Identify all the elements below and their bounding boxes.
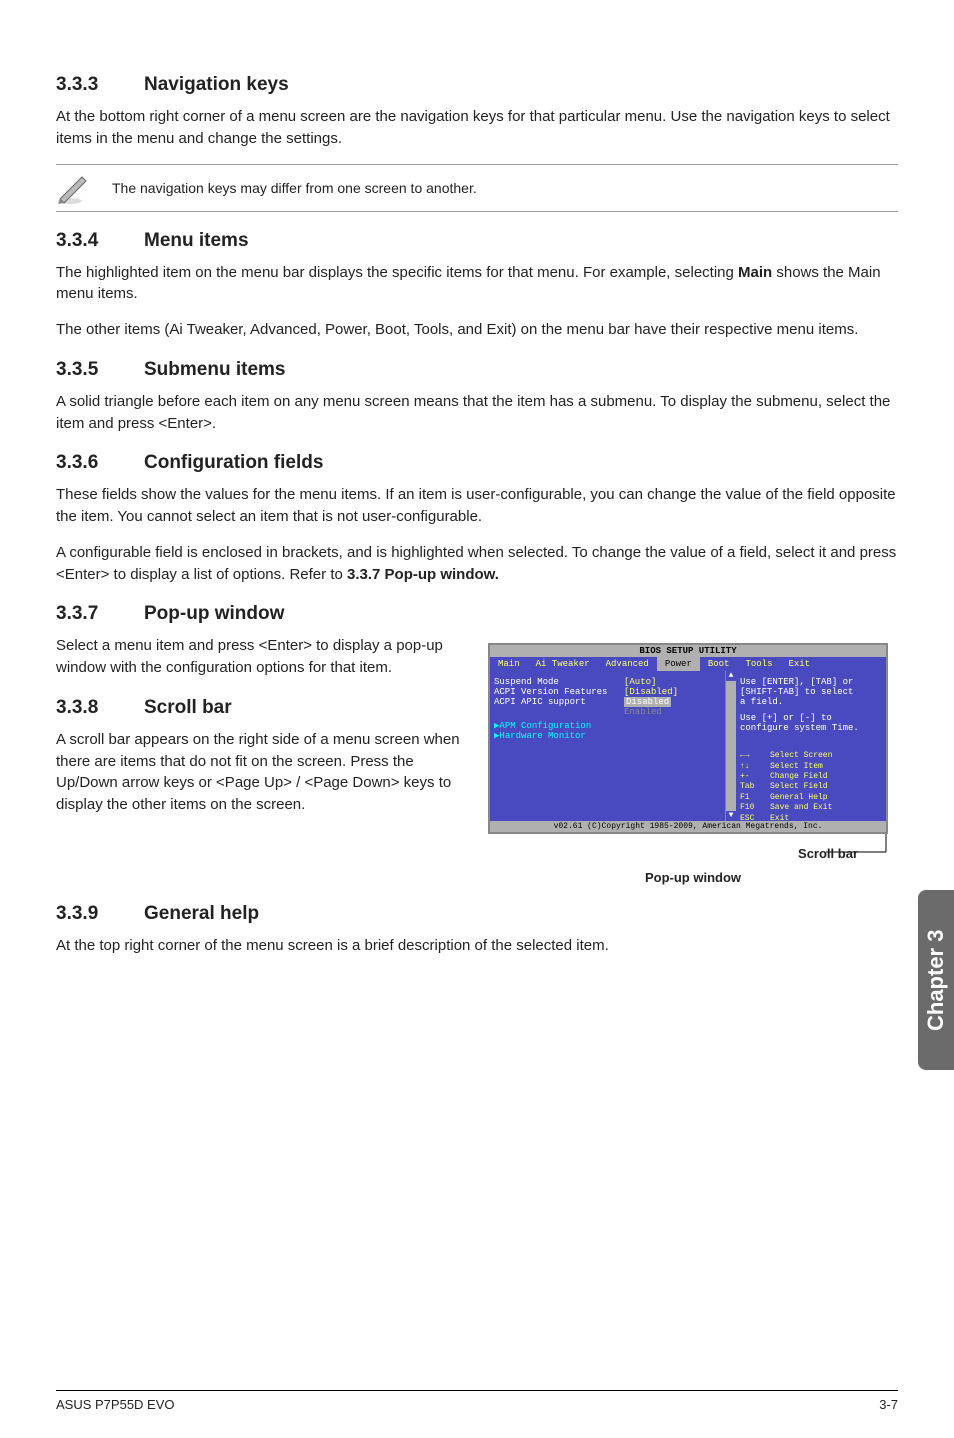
heading-339: 3.3.9General help bbox=[56, 903, 898, 925]
bios-popup-option: Enabled bbox=[624, 707, 662, 717]
bios-popup-option: Disabled bbox=[624, 697, 671, 707]
heading-num: 3.3.8 bbox=[56, 697, 144, 719]
heading-num: 3.3.4 bbox=[56, 230, 144, 252]
key-help: ↑↓Select Item bbox=[740, 762, 882, 772]
bios-option-label: ACPI APIC support bbox=[494, 697, 624, 707]
heading-title: Pop-up window bbox=[144, 603, 284, 624]
pencil-icon bbox=[56, 171, 94, 205]
footer-product: ASUS P7P55D EVO bbox=[56, 1397, 175, 1412]
heading-335: 3.3.5Submenu items bbox=[56, 359, 898, 381]
heading-337: 3.3.7Pop-up window bbox=[56, 603, 898, 625]
footer-page-number: 3-7 bbox=[879, 1397, 898, 1412]
heading-334: 3.3.4Menu items bbox=[56, 230, 898, 252]
bios-menu-item-selected: Power bbox=[657, 657, 700, 671]
heading-num: 3.3.5 bbox=[56, 359, 144, 381]
heading-num: 3.3.7 bbox=[56, 603, 144, 625]
bios-main-panel: Suspend Mode[Auto] ACPI Version Features… bbox=[490, 671, 726, 821]
help-text: configure system Time. bbox=[740, 723, 882, 733]
help-text: Use [+] or [-] to bbox=[740, 713, 882, 723]
help-text: [SHIFT-TAB] to select bbox=[740, 687, 882, 697]
caption-popup: Pop-up window bbox=[488, 870, 898, 885]
callout-scroll: Scroll bar bbox=[488, 834, 898, 868]
key-help: +-Change Field bbox=[740, 772, 882, 782]
heading-title: Configuration fields bbox=[144, 452, 323, 473]
bios-menu-item: Ai Tweaker bbox=[528, 657, 598, 671]
page-footer: ASUS P7P55D EVO 3-7 bbox=[56, 1390, 898, 1412]
body-text: The other items (Ai Tweaker, Advanced, P… bbox=[56, 319, 898, 341]
heading-title: Submenu items bbox=[144, 359, 285, 380]
key-help: F10Save and Exit bbox=[740, 803, 882, 813]
note-text: The navigation keys may differ from one … bbox=[112, 180, 477, 196]
body-text: At the top right corner of the menu scre… bbox=[56, 935, 898, 957]
text-bold: Main bbox=[738, 264, 772, 281]
text-bold: 3.3.7 Pop-up window. bbox=[347, 566, 499, 583]
body-text: Select a menu item and press <Enter> to … bbox=[56, 635, 476, 679]
bios-menu-item: Boot bbox=[700, 657, 738, 671]
bios-submenu: Hardware Monitor bbox=[499, 731, 585, 741]
heading-title: Menu items bbox=[144, 230, 249, 251]
scroll-down-icon: ▼ bbox=[726, 811, 736, 821]
bios-screenshot: BIOS SETUP UTILITY Main Ai Tweaker Advan… bbox=[488, 643, 888, 834]
body-text: These fields show the values for the men… bbox=[56, 484, 898, 528]
bios-menu-item: Exit bbox=[780, 657, 818, 671]
heading-title: General help bbox=[144, 903, 259, 924]
body-text: At the bottom right corner of a menu scr… bbox=[56, 106, 898, 150]
bios-menu-item: Tools bbox=[737, 657, 780, 671]
help-text: a field. bbox=[740, 697, 882, 707]
heading-num: 3.3.6 bbox=[56, 452, 144, 474]
scroll-up-icon: ▲ bbox=[726, 671, 736, 681]
heading-333: 3.3.3Navigation keys bbox=[56, 74, 898, 96]
text-fragment: The highlighted item on the menu bar dis… bbox=[56, 264, 738, 281]
caption-scroll: Scroll bar bbox=[798, 846, 858, 861]
bios-option-label: ACPI Version Features bbox=[494, 687, 624, 697]
heading-num: 3.3.3 bbox=[56, 74, 144, 96]
body-text: A solid triangle before each item on any… bbox=[56, 391, 898, 435]
bios-title: BIOS SETUP UTILITY bbox=[490, 645, 886, 657]
body-text: A scroll bar appears on the right side o… bbox=[56, 729, 476, 816]
bios-submenu: APM Configuration bbox=[499, 721, 591, 731]
bios-option-label bbox=[494, 707, 624, 717]
bios-scrollbar: ▲ ▼ bbox=[726, 671, 736, 821]
heading-338: 3.3.8Scroll bar bbox=[56, 697, 476, 719]
chapter-tab: Chapter 3 bbox=[918, 890, 954, 1070]
body-text: A configurable field is enclosed in brac… bbox=[56, 542, 898, 586]
key-help: F1General Help bbox=[740, 793, 882, 803]
key-help: TabSelect Field bbox=[740, 782, 882, 792]
heading-title: Scroll bar bbox=[144, 697, 232, 718]
heading-title: Navigation keys bbox=[144, 74, 289, 95]
bios-option-value: [Auto] bbox=[624, 677, 656, 687]
bios-option-value: [Disabled] bbox=[624, 687, 678, 697]
bios-option-label: Suspend Mode bbox=[494, 677, 624, 687]
heading-336: 3.3.6Configuration fields bbox=[56, 452, 898, 474]
key-help: ←→Select Screen bbox=[740, 751, 882, 761]
bios-menubar: Main Ai Tweaker Advanced Power Boot Tool… bbox=[490, 657, 886, 671]
bios-help-panel: Use [ENTER], [TAB] or [SHIFT-TAB] to sel… bbox=[736, 671, 886, 821]
body-text: The highlighted item on the menu bar dis… bbox=[56, 262, 898, 306]
bios-menu-item: Advanced bbox=[598, 657, 657, 671]
help-text: Use [ENTER], [TAB] or bbox=[740, 677, 882, 687]
note-block: The navigation keys may differ from one … bbox=[56, 164, 898, 212]
bios-menu-item: Main bbox=[490, 657, 528, 671]
heading-num: 3.3.9 bbox=[56, 903, 144, 925]
